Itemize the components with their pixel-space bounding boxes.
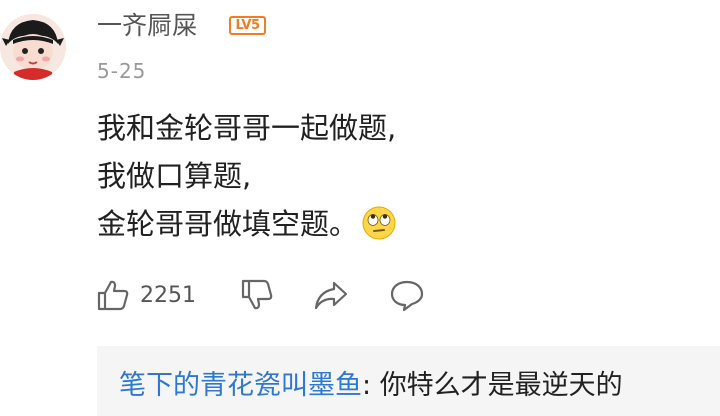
reply-preview[interactable]: 笔下的青花瓷叫墨鱼: 你特么才是最逆天的: [97, 346, 720, 416]
comment-line: 我做口算题,: [97, 159, 252, 193]
level-badge: LV5: [229, 16, 266, 35]
dislike-button[interactable]: [240, 276, 274, 314]
thumbs-up-icon: [97, 280, 129, 311]
comment-line-text: 金轮哥哥做填空题。: [97, 207, 359, 241]
comment-line: 金轮哥哥做填空题。: [97, 202, 396, 250]
reply-button[interactable]: [389, 276, 425, 314]
like-button[interactable]: 2251: [96, 276, 196, 314]
share-button[interactable]: [313, 276, 349, 314]
comment-line: 我和金轮哥哥一起做题,: [97, 111, 397, 145]
reply-text: 笔下的青花瓷叫墨鱼: 你特么才是最逆天的: [119, 368, 623, 404]
comment-date: 5-25: [97, 59, 147, 83]
avatar[interactable]: [0, 14, 66, 80]
reply-content: 你特么才是最逆天的: [379, 370, 623, 401]
reply-author[interactable]: 笔下的青花瓷叫墨鱼: [119, 370, 362, 401]
avatar-cartoon-icon: [0, 14, 66, 80]
comment-body: 我和金轮哥哥一起做题, 我做口算题, 金轮哥哥做填空题。: [97, 106, 396, 250]
comment-actions: 2251: [0, 276, 720, 316]
like-count: 2251: [140, 282, 196, 308]
share-icon: [314, 281, 348, 310]
thumbs-down-icon: [241, 279, 273, 310]
rolling-eyes-emoji-icon: [362, 206, 396, 240]
comment-icon: [390, 280, 424, 312]
username[interactable]: 一齐屙屎: [97, 8, 197, 44]
reply-separator: :: [362, 370, 380, 401]
